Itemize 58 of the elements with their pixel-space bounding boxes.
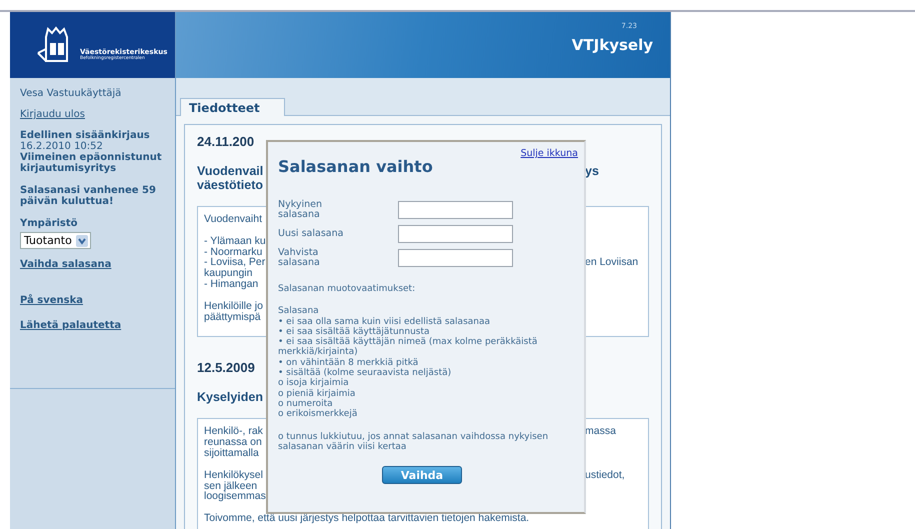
password-expiry-notice: Salasanasi vanhenee 59 päivän kuluttua! <box>20 185 157 207</box>
password-input-field[interactable] <box>398 201 513 219</box>
change-button[interactable]: Vaihda <box>382 466 462 484</box>
logout-link[interactable]: Kirjaudu ulos <box>20 109 85 120</box>
app-title: VTJkysely <box>572 36 653 54</box>
news-text: Toivomme, että uusi järjestys helpottaa tarvittavien tietojen hakemista. <box>204 513 530 524</box>
requirement-text: o numeroita <box>278 398 334 409</box>
caret-icon <box>76 234 88 246</box>
news-date: 24.11.200 <box>197 135 254 149</box>
news-text: Henkilöille jo <box>204 300 263 312</box>
last-login-time: 16.2.2010 10:52 <box>20 141 104 152</box>
environment-label: Ympäristö <box>20 218 79 229</box>
sidebar-link[interactable]: Vaihda salasana <box>20 259 112 270</box>
news-title: väestötieto <box>197 178 263 192</box>
sidebar-link[interactable]: På svenska <box>20 295 84 306</box>
news-text: - Noormarku <box>204 246 262 258</box>
news-text: reunassa on <box>204 437 262 448</box>
user-name: Vesa Vastuukäyttäjä <box>20 88 122 99</box>
news-text: - Loviisa, Per <box>204 257 266 268</box>
requirement-text: • sisältää (kolme seuraavista neljästä) <box>278 368 452 378</box>
news-text: massa <box>585 426 616 438</box>
close-window-link[interactable]: Sulje ikkuna <box>520 148 578 159</box>
password-input-field[interactable] <box>398 225 513 243</box>
news-text: kaupungin <box>204 268 252 279</box>
news-title: ys <box>585 164 599 178</box>
requirement-text: • ei saa sisältää käyttäjän nimeä (max kolme peräkkäistä merkkiä/kirjainta) <box>278 337 538 358</box>
news-text: päättymispä <box>204 312 261 322</box>
requirement-text: o pieniä kirjaimia <box>278 388 356 399</box>
news-text: sen jälkeen <box>204 480 258 492</box>
lock-notice: o tunnus lukkiutuu, jos annat salasanan vaihdossa nykyisen salasanan väärin viisi kertaa <box>278 432 550 452</box>
sidebar-link[interactable]: Lähetä palautetta <box>20 320 122 331</box>
dialog-title: Salasanan vaihto <box>278 157 434 176</box>
news-text: loogisemmas <box>204 491 266 502</box>
news-text: sijoittamalla <box>204 448 259 459</box>
requirement-text: • ei saa olla sama kuin viisi edellistä salasanaa <box>278 316 492 327</box>
news-text: Vuodenvaiht <box>204 214 262 225</box>
news-text: Henkilö-, rak <box>204 426 263 438</box>
environment-select[interactable]: Tuotanto <box>20 232 91 249</box>
requirement-text: Salasana <box>278 306 320 317</box>
password-input-field[interactable] <box>398 249 513 267</box>
news-title: Kyselyiden <box>197 390 264 404</box>
field-label: Uusi salasana <box>278 228 344 240</box>
field-label: Vahvista salasana <box>278 248 321 268</box>
news-text: Henkilökysel <box>204 470 263 481</box>
requirement-text: • on vähintään 8 merkkiä pitkä <box>278 358 420 368</box>
requirements-heading: Salasanan muotovaatimukset: <box>278 284 416 294</box>
news-text: - Ylämaan ku <box>204 236 266 247</box>
tab[interactable]: Tiedotteet <box>180 98 285 116</box>
news-title: Vuodenvail <box>197 164 264 178</box>
news-text: ustiedot, <box>585 470 625 481</box>
news-date: 12.5.2009 <box>197 361 255 376</box>
failed-login-label: Viimeinen epäonnistunut kirjautumisyritys <box>20 152 163 174</box>
requirement-text: o erikoismerkkejä <box>278 409 358 420</box>
field-label: Nykyinen salasana <box>278 200 324 220</box>
news-text: - Himangan <box>204 278 258 290</box>
requirement-text: • ei saa sisältää käyttäjätunnusta <box>278 326 431 337</box>
requirement-text: o isoja kirjaimia <box>278 378 350 389</box>
last-login-label: Edellinen sisäänkirjaus <box>20 130 151 141</box>
